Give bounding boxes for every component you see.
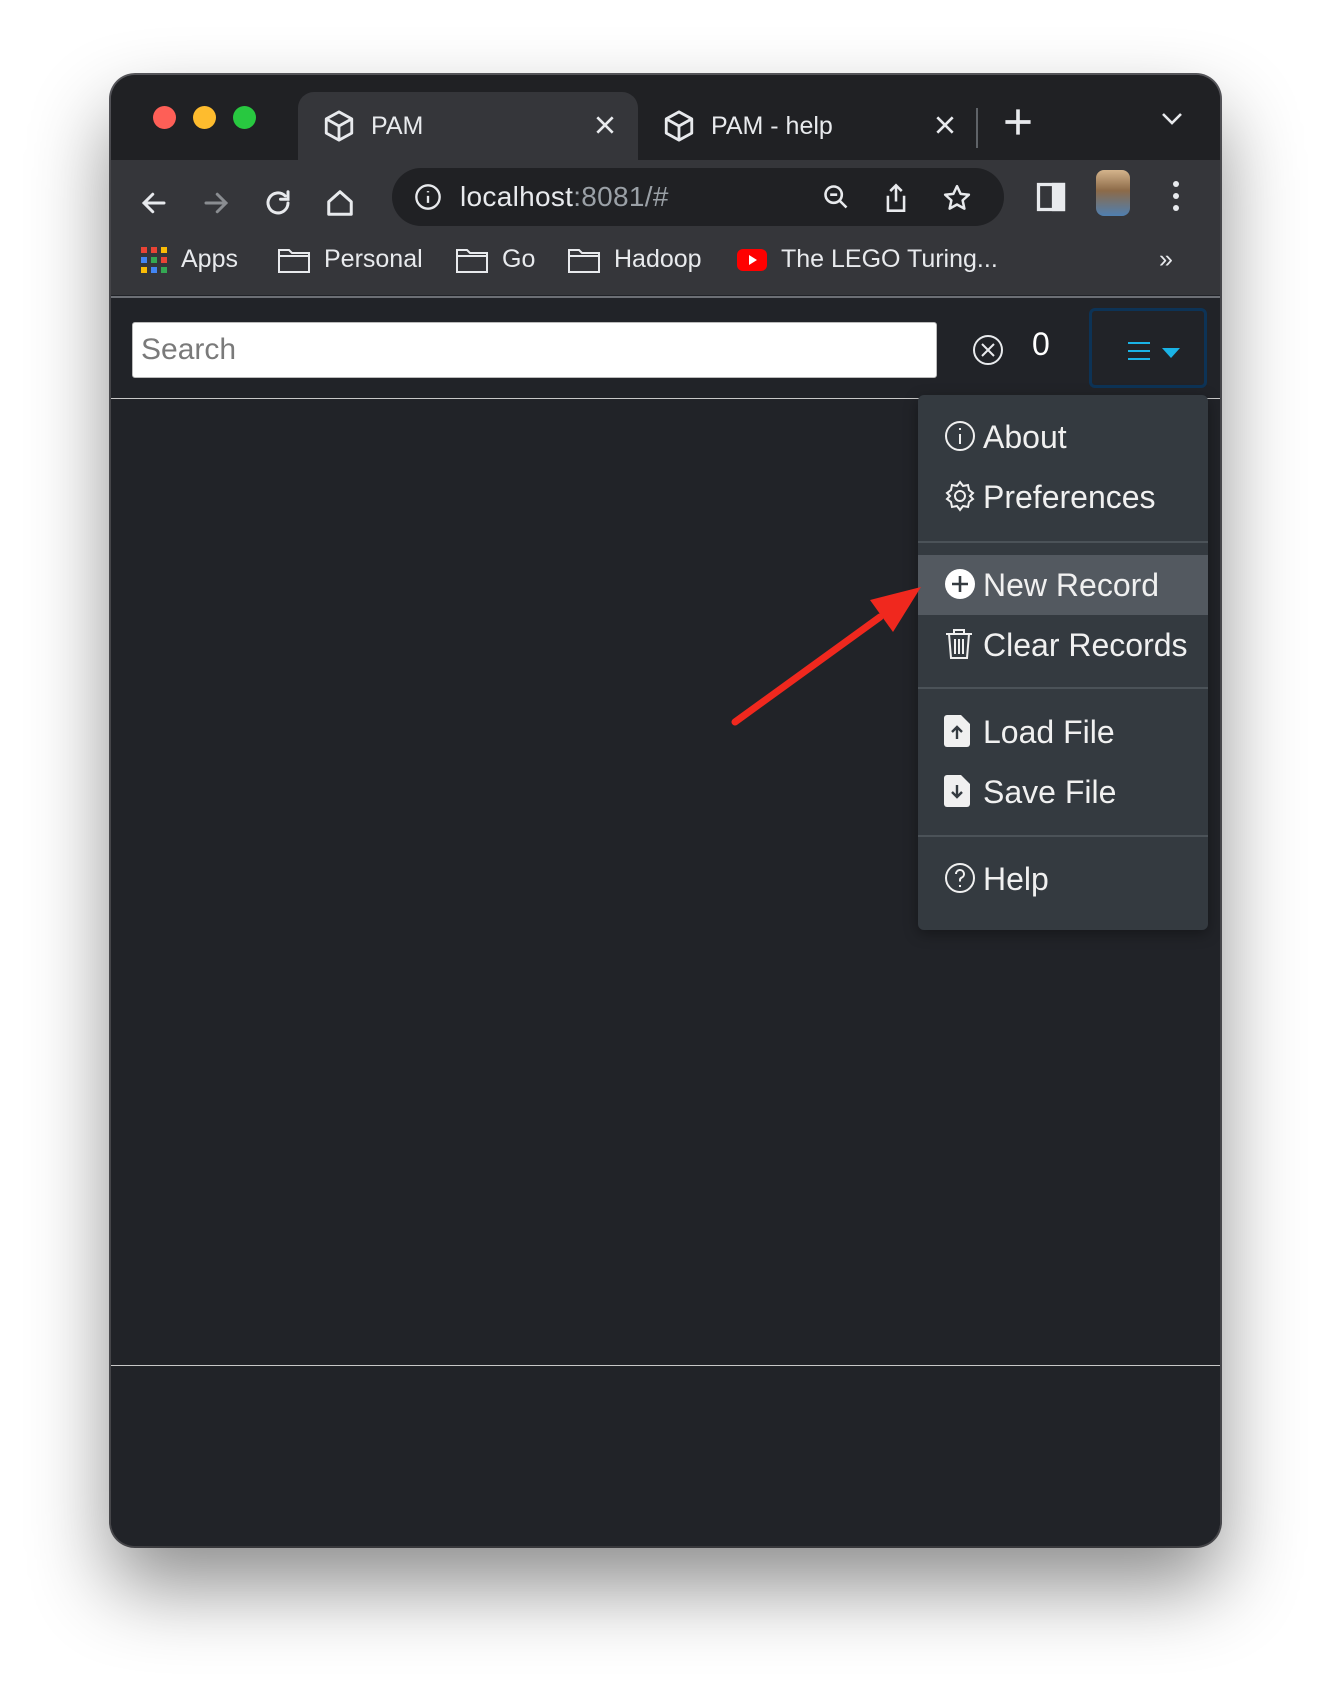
url-path: :8081/# [573,181,669,212]
bookmark-lego-turing[interactable]: The LEGO Turing... [737,245,998,274]
menu-item-preferences[interactable]: Preferences [918,467,1208,527]
bookmarks-overflow-button[interactable]: » [1159,245,1173,274]
profile-avatar[interactable] [1096,170,1130,216]
app-topbar: 0 [111,298,1220,399]
menu-divider [918,835,1208,837]
close-tab-icon[interactable] [934,114,956,143]
home-icon[interactable] [325,188,355,223]
bookmark-label: Hadoop [614,245,702,273]
menu-item-label: About [983,419,1067,455]
menu-divider [918,687,1208,689]
share-icon[interactable] [882,183,910,218]
clear-search-icon[interactable] [972,334,1004,371]
bookmark-label: Personal [324,245,423,273]
footer-divider [111,1365,1220,1366]
hamburger-icon [1128,341,1150,366]
main-menu: About Preferences New Record Clear Recor [918,395,1208,930]
trash-icon [944,628,974,668]
reload-icon[interactable] [263,188,293,223]
app-page: 0 About Preferences [111,296,1220,1546]
folder-icon [568,248,600,273]
tab-pam-help[interactable]: PAM - help [638,92,978,160]
menu-item-label: Save File [983,774,1117,810]
side-panel-icon[interactable] [1036,182,1066,217]
tab-separator [976,108,978,148]
zoom-window-button[interactable] [233,106,256,129]
close-tab-icon[interactable] [594,114,616,143]
menu-item-label: New Record [983,567,1160,603]
more-menu-icon[interactable] [1172,180,1180,217]
bookmarks-bar: Apps Personal Go Hadoop The LEGO Turing.… [111,230,1220,290]
cube-icon [322,109,356,150]
back-arrow-icon[interactable] [139,188,169,223]
apps-grid-icon [141,246,167,273]
question-circle-icon [944,862,976,902]
menu-item-help[interactable]: Help [918,849,1208,909]
bookmark-label: Apps [181,245,238,273]
menu-item-label: Clear Records [983,627,1188,663]
folder-icon [456,248,488,273]
minimize-window-button[interactable] [193,106,216,129]
url-text: localhost:8081/# [460,181,669,213]
tab-pam[interactable]: PAM [298,92,638,160]
cube-icon [662,109,696,150]
forward-arrow-icon[interactable] [201,188,231,223]
site-info-icon[interactable] [414,183,442,216]
tab-title: PAM [371,112,424,140]
menu-divider [918,541,1208,543]
menu-item-about[interactable]: About [918,407,1208,467]
new-tab-icon[interactable] [1004,108,1032,141]
close-window-button[interactable] [153,106,176,129]
browser-window: PAM PAM - help localhost:8081/# Apps Per… [111,75,1220,1546]
menu-item-label: Help [983,861,1049,897]
menu-item-save-file[interactable]: Save File [918,762,1208,822]
file-download-icon [944,775,970,815]
tab-title: PAM - help [711,112,833,140]
bookmark-apps[interactable]: Apps [141,245,238,274]
folder-icon [278,248,310,273]
youtube-icon [737,248,767,271]
browser-toolbar: localhost:8081/# Apps Personal Go Hadoop… [111,160,1220,295]
search-input[interactable] [132,322,937,378]
info-circle-icon [944,420,976,460]
chevron-down-icon[interactable] [1161,112,1183,131]
bookmark-label: Go [502,245,536,273]
menu-item-label: Load File [983,714,1115,750]
address-bar[interactable]: localhost:8081/# [392,168,1004,226]
url-host: localhost [460,181,574,212]
bookmark-label: The LEGO Turing... [781,245,998,273]
plus-circle-icon [944,568,976,608]
menu-item-new-record[interactable]: New Record [918,555,1208,615]
bookmark-personal[interactable]: Personal [278,245,423,274]
zoom-out-icon[interactable] [822,183,850,216]
menu-item-load-file[interactable]: Load File [918,702,1208,762]
file-upload-icon [944,715,970,755]
caret-down-icon [1162,345,1180,363]
menu-item-label: Preferences [983,479,1156,515]
star-icon[interactable] [942,183,972,218]
menu-item-clear-records[interactable]: Clear Records [918,615,1208,675]
tab-strip: PAM PAM - help [111,75,1220,160]
gear-icon [944,480,976,520]
bookmark-go[interactable]: Go [456,245,535,274]
record-count: 0 [1032,326,1050,362]
menu-dropdown-button[interactable] [1089,308,1207,388]
bookmark-hadoop[interactable]: Hadoop [568,245,702,274]
